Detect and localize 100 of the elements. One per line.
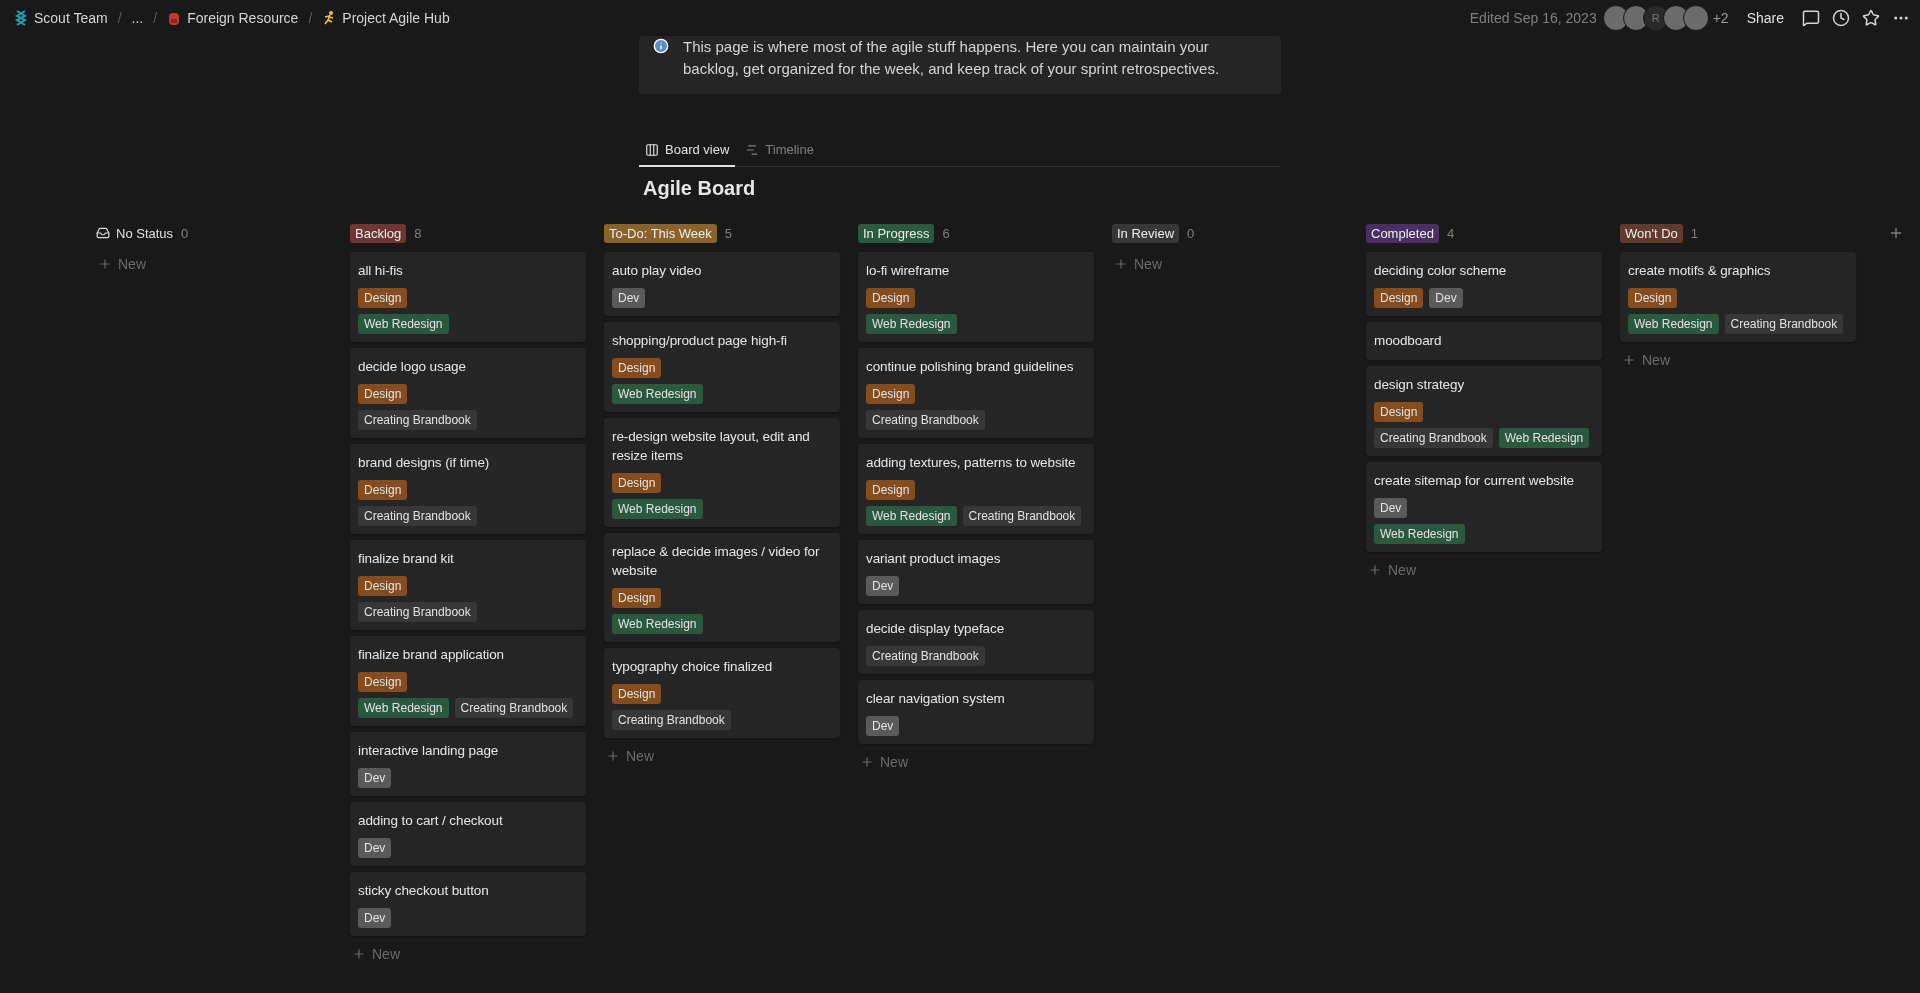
tag: Creating Brandbook: [962, 506, 1082, 526]
card-title: replace & decide images / video for website: [612, 543, 821, 580]
tag: Web Redesign: [1374, 524, 1465, 544]
breadcrumb-link[interactable]: Scout Team: [10, 8, 112, 28]
tag: Creating Brandbook: [358, 506, 477, 526]
card-count: 0: [181, 225, 189, 241]
status-label: To-Do: This Week: [604, 223, 717, 243]
tag: Dev: [358, 768, 392, 788]
card-title: decide display typeface: [866, 620, 1006, 638]
task-card[interactable]: sticky checkout button Dev: [350, 872, 586, 936]
callout-text: This page is where most of the agile stuff happens. Here you can maintain your backlog, get organized for the week, and keep track of your sprint retrospectives.: [683, 37, 1221, 79]
view-tab[interactable]: Timeline: [739, 134, 820, 167]
tag: Web Redesign: [612, 384, 703, 404]
task-card[interactable]: create sitemap for current website Dev Web Redesign: [1366, 462, 1602, 552]
card-title: finalize brand application: [358, 646, 505, 664]
task-card[interactable]: interactive landing page Dev: [350, 732, 586, 796]
star-icon[interactable]: [1862, 9, 1880, 27]
task-card[interactable]: moodboard: [1366, 322, 1602, 360]
info-icon: [653, 38, 669, 54]
card-count: 8: [414, 225, 422, 241]
card-count: 5: [724, 225, 733, 241]
task-card[interactable]: decide logo usage Design Creating Brandbook: [350, 348, 586, 438]
tag: Web Redesign: [612, 499, 703, 519]
task-card[interactable]: replace & decide images / video for website Design Web Redesign: [604, 533, 840, 642]
tag: Web Redesign: [358, 314, 449, 334]
tag: Design: [866, 384, 916, 404]
tag: Web Redesign: [1498, 428, 1590, 448]
tag: Design: [358, 384, 408, 404]
tag: Design: [358, 288, 408, 308]
card-title: shopping/product page high-fi: [612, 332, 788, 350]
card-title: lo-fi wireframe: [866, 262, 951, 280]
status-label: In Progress: [858, 223, 935, 243]
tag: Design: [612, 684, 662, 704]
card-count: 0: [1187, 225, 1195, 241]
task-card[interactable]: lo-fi wireframe Design Web Redesign: [858, 252, 1094, 342]
task-card[interactable]: finalize brand application Design Web Redesign Creating Brandbook: [350, 636, 586, 726]
comment-icon[interactable]: [1802, 9, 1820, 27]
tag: Creating Brandbook: [358, 410, 477, 430]
tag: Design: [1374, 288, 1424, 308]
card-title: adding to cart / checkout: [358, 812, 504, 830]
plus-icon: [98, 257, 112, 271]
card-title: all hi-fis: [358, 262, 404, 280]
tag: Design: [612, 473, 662, 493]
view-tab[interactable]: Board view: [639, 134, 736, 167]
card-title: typography choice finalized: [612, 658, 774, 676]
task-card[interactable]: create motifs & graphics Design Web Redesign Creating Brandbook: [1620, 252, 1856, 342]
tag: Creating Brandbook: [866, 410, 985, 430]
task-card[interactable]: design strategy Design Creating Brandbook Web Redesign: [1366, 366, 1602, 456]
status-label: No Status: [96, 225, 174, 241]
task-card[interactable]: typography choice finalized Design Creating Brandbook: [604, 648, 840, 738]
task-card[interactable]: continue polishing brand guidelines Design Creating Brandbook: [858, 348, 1094, 438]
card-title: moodboard: [1374, 332, 1443, 350]
task-card[interactable]: all hi-fis Design Web Redesign: [350, 252, 586, 342]
tag: Dev: [612, 288, 646, 308]
board-title: Agile Board: [643, 177, 757, 200]
card-title: decide logo usage: [358, 358, 467, 376]
tag: Creating Brandbook: [358, 602, 477, 622]
card-title: auto play video: [612, 262, 703, 280]
plus-icon: [606, 749, 620, 763]
tag: Design: [866, 288, 916, 308]
breadcrumb-link[interactable]: Foreign Resource: [163, 8, 303, 28]
plus-icon: [1368, 563, 1382, 577]
task-card[interactable]: deciding color scheme Design Dev: [1366, 252, 1602, 316]
timeline-icon: [745, 142, 760, 157]
task-card[interactable]: variant product images Dev: [858, 540, 1094, 604]
tag: Web Redesign: [358, 698, 449, 718]
task-card[interactable]: finalize brand kit Design Creating Brandbook: [350, 540, 586, 630]
task-card[interactable]: clear navigation system Dev: [858, 680, 1094, 744]
task-card[interactable]: brand designs (if time) Design Creating Brandbook: [350, 444, 586, 534]
status-label: Won't Do: [1620, 223, 1683, 243]
task-card[interactable]: re-design website layout, edit and resize items Design Web Redesign: [604, 418, 840, 527]
share-button[interactable]: Share: [1740, 8, 1790, 28]
breadcrumb-separator: /: [117, 10, 122, 26]
task-card[interactable]: decide display typeface Creating Brandbook: [858, 610, 1094, 674]
breadcrumb-separator: /: [153, 10, 158, 26]
board-icon: [645, 142, 659, 157]
task-card[interactable]: adding to cart / checkout Dev: [350, 802, 586, 866]
card-title: re-design website layout, edit and resize items: [612, 428, 811, 465]
more-avatars-count[interactable]: +2: [1712, 10, 1729, 26]
status-label: Backlog: [350, 223, 407, 243]
clock-icon[interactable]: [1832, 9, 1850, 27]
backpack-icon: [167, 10, 182, 26]
card-count: 1: [1690, 225, 1699, 241]
tag: Design: [612, 358, 662, 378]
tag: Design: [1628, 288, 1678, 308]
card-title: deciding color scheme: [1374, 262, 1508, 280]
task-card[interactable]: shopping/product page high-fi Design Web Redesign: [604, 322, 840, 412]
tag: Dev: [866, 576, 900, 596]
tag: Design: [866, 480, 916, 500]
tag: Creating Brandbook: [1374, 428, 1493, 448]
tag: Dev: [358, 838, 392, 858]
task-card[interactable]: auto play video Dev: [604, 252, 840, 316]
tag: Design: [1374, 402, 1424, 422]
card-title: design strategy: [1374, 376, 1466, 394]
avatar[interactable]: [1682, 5, 1709, 31]
task-card[interactable]: adding textures, patterns to website Design Web Redesign Creating Brandbook: [858, 444, 1094, 534]
card-title: brand designs (if time): [358, 454, 491, 472]
tag: Creating Brandbook: [1724, 314, 1844, 334]
breadcrumb-link[interactable]: ...: [127, 8, 148, 28]
breadcrumb-link[interactable]: Project Agile Hub: [318, 8, 454, 28]
